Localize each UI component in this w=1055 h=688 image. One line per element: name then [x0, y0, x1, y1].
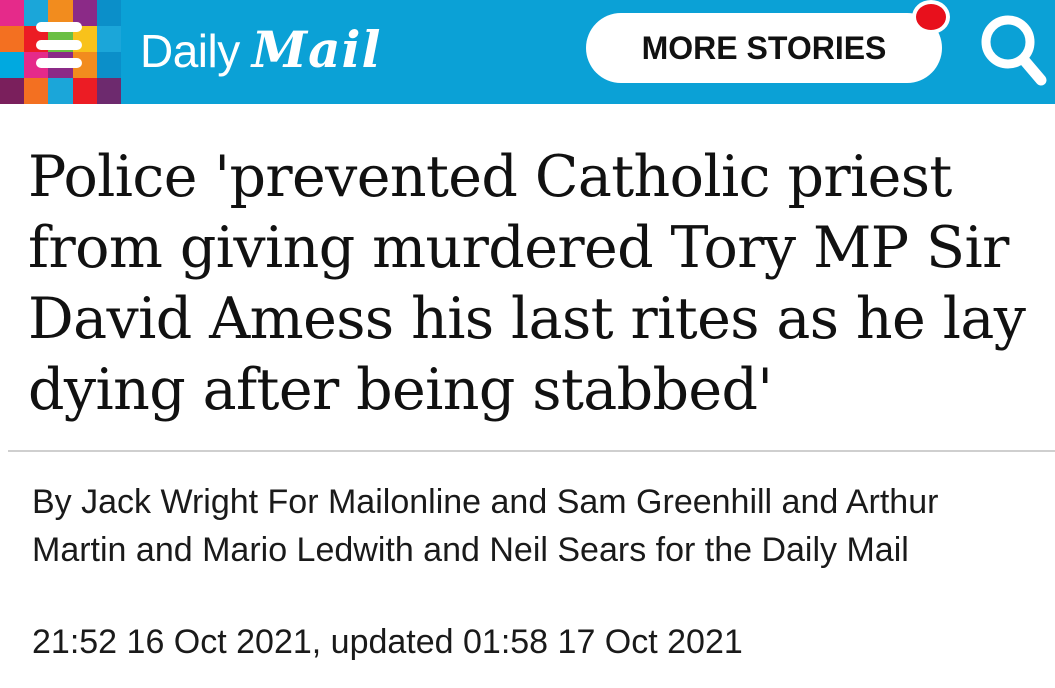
mosaic-tile: [96, 78, 121, 104]
divider: [8, 450, 1055, 452]
article-timestamp: 21:52 16 Oct 2021, updated 01:58 17 Oct …: [32, 623, 743, 661]
logo-daily-text: Daily: [140, 25, 240, 77]
more-stories-button[interactable]: MORE STORIES: [586, 13, 942, 83]
mosaic-tile: [0, 0, 25, 26]
logo-mail-text: Mail: [251, 20, 382, 79]
mosaic-tile: [24, 78, 49, 104]
mosaic-tile: [48, 78, 73, 104]
menu-bar: [36, 58, 82, 68]
search-icon[interactable]: [978, 10, 1048, 86]
mosaic-tile: [0, 52, 25, 78]
mosaic-tile: [96, 0, 121, 26]
menu-bar: [36, 22, 82, 32]
article-byline: By Jack Wright For Mailonline and Sam Gr…: [32, 483, 939, 569]
mosaic-tile: [0, 78, 25, 104]
mosaic-tile: [96, 52, 121, 78]
hamburger-menu-icon[interactable]: [30, 16, 88, 74]
mosaic-tile: [0, 26, 25, 52]
mosaic-tile: [96, 26, 121, 52]
site-header: Daily Mail MORE STORIES: [0, 0, 1055, 104]
daily-mail-logo[interactable]: Daily Mail: [140, 20, 381, 80]
menu-bar: [36, 40, 82, 50]
mosaic-tile: [72, 78, 97, 104]
notification-dot-icon: [912, 0, 950, 34]
article-headline: Police 'prevented Catholic priest from g…: [28, 144, 1026, 423]
